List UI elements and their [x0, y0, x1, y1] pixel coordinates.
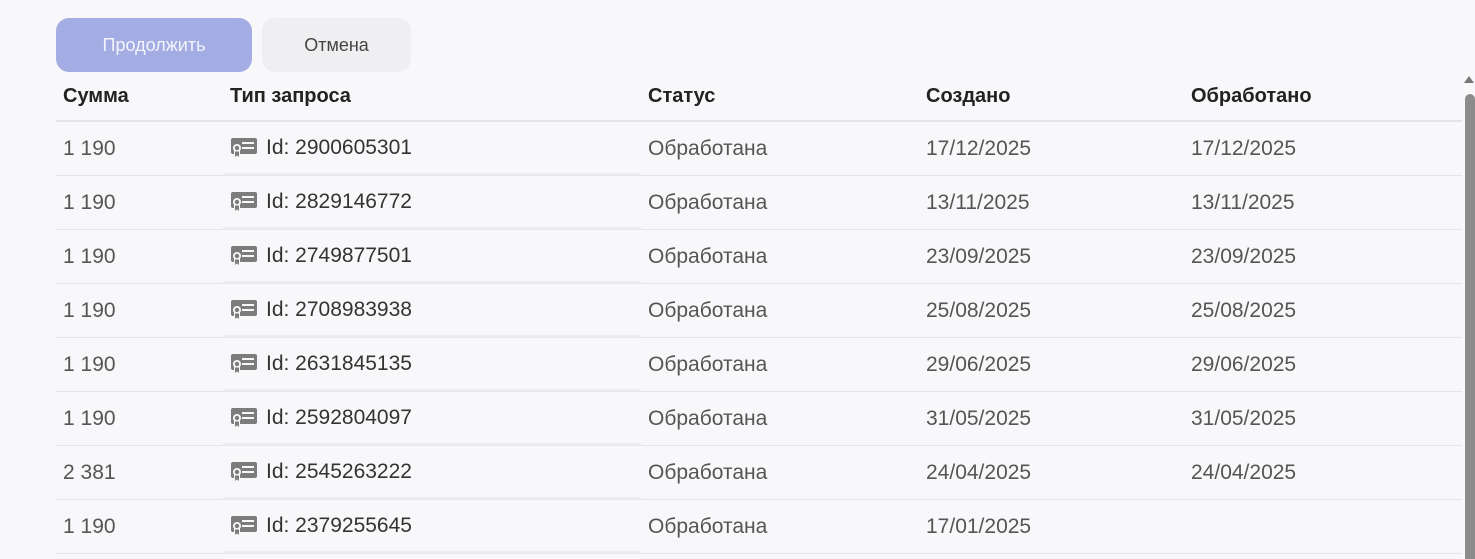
request-id[interactable]: Id: 2900605301: [266, 136, 412, 160]
certificate-icon: [231, 191, 257, 213]
cell-sum: 1 190: [63, 136, 116, 160]
requests-page: Продолжить Отмена Сумма Тип запроса Стат…: [0, 0, 1475, 559]
action-bar: Продолжить Отмена: [56, 18, 411, 72]
cell-processed: 24/04/2025: [1191, 460, 1297, 484]
cell-processed: 25/08/2025: [1191, 298, 1297, 322]
cell-processed: 17/12/2025: [1191, 136, 1297, 160]
table-row[interactable]: 1 190 Id: 2900605301 Обработана 17/12/20…: [56, 122, 1462, 176]
table-body: 1 190 Id: 2900605301 Обработана 17/12/20…: [56, 122, 1462, 554]
cell-status: Обработана: [648, 406, 768, 430]
cell-status: Обработана: [648, 514, 768, 538]
cell-created: 13/11/2025: [926, 190, 1030, 214]
cell-created: 25/08/2025: [926, 298, 1032, 322]
certificate-icon: [231, 353, 257, 375]
header-status[interactable]: Статус: [641, 85, 919, 108]
cell-status: Обработана: [648, 352, 768, 376]
cell-sum: 1 190: [63, 352, 116, 376]
cell-status: Обработана: [648, 298, 768, 322]
certificate-icon: [231, 407, 257, 429]
cell-created: 31/05/2025: [926, 406, 1032, 430]
table-row[interactable]: 1 190 Id: 2379255645 Обработана 17/01/20…: [56, 500, 1462, 554]
header-created[interactable]: Создано: [919, 85, 1184, 108]
header-sum[interactable]: Сумма: [56, 85, 223, 108]
cell-created: 17/01/2025: [926, 514, 1032, 538]
request-id[interactable]: Id: 2749877501: [266, 244, 412, 268]
table-row[interactable]: 1 190 Id: 2631845135 Обработана 29/06/20…: [56, 338, 1462, 392]
cell-sum: 1 190: [63, 298, 116, 322]
certificate-icon: [231, 461, 257, 483]
cell-sum: 1 190: [63, 514, 116, 538]
cell-sum: 1 190: [63, 190, 116, 214]
cell-status: Обработана: [648, 190, 768, 214]
scroll-up-arrow-icon[interactable]: [1464, 76, 1474, 83]
certificate-icon: [231, 515, 257, 537]
table-header: Сумма Тип запроса Статус Создано Обработ…: [56, 72, 1462, 122]
cell-type[interactable]: Id: 2545263222: [223, 446, 641, 499]
certificate-icon: [231, 137, 257, 159]
request-id[interactable]: Id: 2829146772: [266, 190, 412, 214]
cell-processed: 31/05/2025: [1191, 406, 1297, 430]
request-id[interactable]: Id: 2631845135: [266, 352, 412, 376]
table-row[interactable]: 1 190 Id: 2749877501 Обработана 23/09/20…: [56, 230, 1462, 284]
cell-type[interactable]: Id: 2829146772: [223, 176, 641, 229]
cell-created: 23/09/2025: [926, 244, 1032, 268]
cell-status: Обработана: [648, 460, 768, 484]
cell-status: Обработана: [648, 136, 768, 160]
scrollbar-thumb[interactable]: [1465, 94, 1475, 559]
cell-sum: 1 190: [63, 244, 116, 268]
certificate-icon: [231, 299, 257, 321]
cancel-button[interactable]: Отмена: [262, 18, 411, 72]
header-type[interactable]: Тип запроса: [223, 85, 641, 108]
request-id[interactable]: Id: 2379255645: [266, 514, 412, 538]
cell-type[interactable]: Id: 2900605301: [223, 122, 641, 175]
cell-type[interactable]: Id: 2708983938: [223, 284, 641, 337]
table-row[interactable]: 2 381 Id: 2545263222 Обработана 24/04/20…: [56, 446, 1462, 500]
table-row[interactable]: 1 190 Id: 2829146772 Обработана 13/11/20…: [56, 176, 1462, 230]
request-id[interactable]: Id: 2545263222: [266, 460, 412, 484]
cell-type[interactable]: Id: 2631845135: [223, 338, 641, 391]
table-row[interactable]: 1 190 Id: 2592804097 Обработана 31/05/20…: [56, 392, 1462, 446]
cell-type[interactable]: Id: 2379255645: [223, 500, 641, 553]
cell-sum: 2 381: [63, 460, 116, 484]
cell-type[interactable]: Id: 2749877501: [223, 230, 641, 283]
header-processed[interactable]: Обработано: [1184, 85, 1462, 108]
cell-processed: 23/09/2025: [1191, 244, 1297, 268]
cell-type[interactable]: Id: 2592804097: [223, 392, 641, 445]
cell-processed: 29/06/2025: [1191, 352, 1297, 376]
table-row[interactable]: 1 190 Id: 2708983938 Обработана 25/08/20…: [56, 284, 1462, 338]
request-id[interactable]: Id: 2592804097: [266, 406, 412, 430]
requests-table: Сумма Тип запроса Статус Создано Обработ…: [56, 72, 1462, 554]
cell-created: 29/06/2025: [926, 352, 1032, 376]
certificate-icon: [231, 245, 257, 267]
continue-button[interactable]: Продолжить: [56, 18, 252, 72]
cell-created: 24/04/2025: [926, 460, 1032, 484]
cell-processed: 13/11/2025: [1191, 190, 1295, 214]
cell-sum: 1 190: [63, 406, 116, 430]
cell-status: Обработана: [648, 244, 768, 268]
cell-created: 17/12/2025: [926, 136, 1032, 160]
request-id[interactable]: Id: 2708983938: [266, 298, 412, 322]
